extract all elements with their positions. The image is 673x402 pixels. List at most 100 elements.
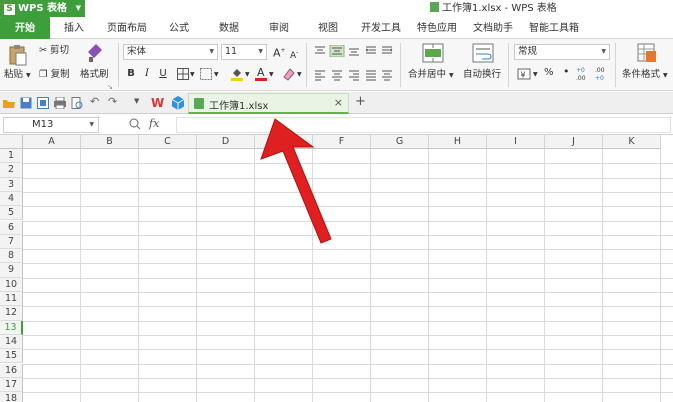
chevron-down-icon[interactable]: ▼	[214, 69, 219, 81]
row-header-8[interactable]: 8	[0, 249, 23, 264]
currency-format-icon[interactable]: ¥	[517, 67, 531, 81]
row-header-12[interactable]: 12	[0, 306, 23, 321]
font-name-select[interactable]: 宋体 ▼	[123, 44, 218, 60]
format-painter-button[interactable]: 格式刷	[80, 69, 109, 81]
conditional-format-button[interactable]: 条件格式 ▼	[622, 69, 668, 82]
column-header-a[interactable]: A	[23, 135, 81, 149]
row-header-2[interactable]: 2	[0, 163, 23, 178]
row-header-14[interactable]: 14	[0, 334, 23, 350]
tab-developer[interactable]: 开发工具	[361, 17, 401, 39]
chevron-down-icon[interactable]: ▼	[269, 69, 274, 81]
chevron-down-icon[interactable]: ▼	[245, 69, 250, 81]
print-preview-icon[interactable]	[71, 97, 83, 109]
column-gridline	[370, 149, 371, 402]
cut-button[interactable]: ✂ 剪切	[39, 45, 69, 57]
document-tab[interactable]: 工作簿1.xlsx ×	[188, 93, 349, 114]
row-header-6[interactable]: 6	[0, 220, 23, 235]
copy-button[interactable]: ❐ 复制	[39, 69, 70, 81]
row-header-11[interactable]: 11	[0, 292, 23, 307]
row-header-10[interactable]: 10	[0, 277, 23, 292]
undo-icon[interactable]: ↶	[90, 95, 99, 108]
select-all-corner[interactable]	[0, 135, 23, 149]
row-header-16[interactable]: 16	[0, 363, 23, 378]
redo-icon[interactable]: ↷	[108, 95, 117, 108]
row-header-15[interactable]: 15	[0, 349, 23, 364]
increase-font-button[interactable]: A+	[273, 45, 286, 60]
cell-style-icon[interactable]	[200, 68, 212, 80]
column-header-c[interactable]: C	[139, 135, 197, 149]
window-title-text: 工作簿1.xlsx - WPS 表格	[442, 3, 557, 14]
paste-button[interactable]: 粘贴 ▼	[4, 69, 31, 82]
row-header-5[interactable]: 5	[0, 206, 23, 221]
underline-button[interactable]: U	[156, 67, 170, 81]
close-icon[interactable]: ×	[334, 96, 343, 109]
divider	[508, 43, 509, 87]
tab-special-features[interactable]: 特色应用	[417, 17, 457, 39]
row-header-17[interactable]: 17	[0, 377, 23, 393]
column-header-i[interactable]: I	[487, 135, 545, 149]
insert-function-button[interactable]: fx	[149, 117, 159, 130]
tab-view[interactable]: 视图	[318, 17, 338, 39]
clear-format-icon[interactable]	[282, 67, 296, 81]
tab-smart-toolbox[interactable]: 智能工具箱	[529, 17, 579, 39]
wrap-text-button[interactable]: 自动换行	[463, 69, 501, 81]
row-header-9[interactable]: 9	[0, 263, 23, 278]
tab-home[interactable]: 开始	[0, 17, 50, 39]
name-box[interactable]: M13 ▼	[3, 117, 99, 133]
divider	[118, 43, 119, 87]
bold-button[interactable]: B	[124, 67, 138, 81]
merge-center-button[interactable]: 合并居中 ▼	[408, 69, 454, 82]
tab-review[interactable]: 审阅	[269, 17, 289, 39]
decrease-font-button[interactable]: A-	[290, 47, 298, 62]
column-header-d[interactable]: D	[197, 135, 255, 149]
borders-icon[interactable]	[177, 68, 189, 80]
column-header-b[interactable]: B	[81, 135, 139, 149]
column-header-k[interactable]: K	[603, 135, 661, 149]
thousands-separator-button[interactable]: •	[563, 66, 570, 78]
save-icon[interactable]	[20, 97, 32, 109]
tab-insert[interactable]: 插入	[64, 17, 84, 39]
decimal-buttons-icon[interactable]: +0 .00 .00 +0	[576, 65, 610, 83]
tab-data[interactable]: 数据	[219, 17, 239, 39]
new-tab-button[interactable]: +	[355, 94, 366, 109]
svg-text:.00: .00	[595, 67, 605, 74]
fill-color-icon[interactable]	[230, 67, 244, 81]
row-header-18[interactable]: 18	[0, 392, 23, 402]
format-painter-icon[interactable]	[86, 43, 104, 63]
column-header-g[interactable]: G	[371, 135, 429, 149]
font-size-select[interactable]: 11 ▼	[221, 44, 267, 60]
italic-button[interactable]: I	[140, 67, 154, 81]
print-icon[interactable]	[54, 97, 66, 109]
app-menu-button[interactable]: S WPS 表格 ▼	[0, 0, 85, 17]
percent-button[interactable]: %	[544, 67, 554, 79]
wrap-text-icon[interactable]	[472, 43, 494, 63]
row-header-7[interactable]: 7	[0, 234, 23, 250]
horizontal-align-icons[interactable]	[314, 69, 394, 81]
merge-center-icon[interactable]	[422, 43, 444, 63]
conditional-format-icon[interactable]	[637, 43, 657, 63]
row-header-4[interactable]: 4	[0, 191, 23, 207]
save-as-icon[interactable]	[37, 97, 49, 109]
row-header-3[interactable]: 3	[0, 177, 23, 192]
chevron-down-icon[interactable]: ▼	[190, 69, 195, 81]
cloud-cube-icon[interactable]	[171, 96, 185, 110]
chevron-down-icon[interactable]: ▼	[533, 69, 538, 81]
number-format-select[interactable]: 常规 ▼	[514, 44, 610, 60]
chevron-down-icon[interactable]: ▼	[297, 69, 302, 81]
row-gridline	[23, 177, 673, 179]
row-header-1[interactable]: 1	[0, 149, 23, 164]
tab-formulas[interactable]: 公式	[169, 17, 189, 39]
formula-input[interactable]	[176, 117, 671, 133]
tab-page-layout[interactable]: 页面布局	[107, 17, 147, 39]
customize-toolbar-icon[interactable]: ▼	[134, 97, 139, 105]
row-header-13[interactable]: 13	[0, 320, 23, 335]
zoom-magnifier-icon[interactable]	[129, 118, 141, 130]
open-folder-icon[interactable]	[3, 97, 15, 109]
paste-icon[interactable]	[8, 44, 28, 66]
vertical-align-icons[interactable]	[314, 45, 394, 57]
column-header-h[interactable]: H	[429, 135, 487, 149]
font-color-icon[interactable]: A	[254, 66, 268, 81]
tab-document-assistant[interactable]: 文档助手	[473, 17, 513, 39]
column-header-j[interactable]: J	[545, 135, 603, 149]
wps-w-logo-icon[interactable]: W	[151, 96, 165, 109]
